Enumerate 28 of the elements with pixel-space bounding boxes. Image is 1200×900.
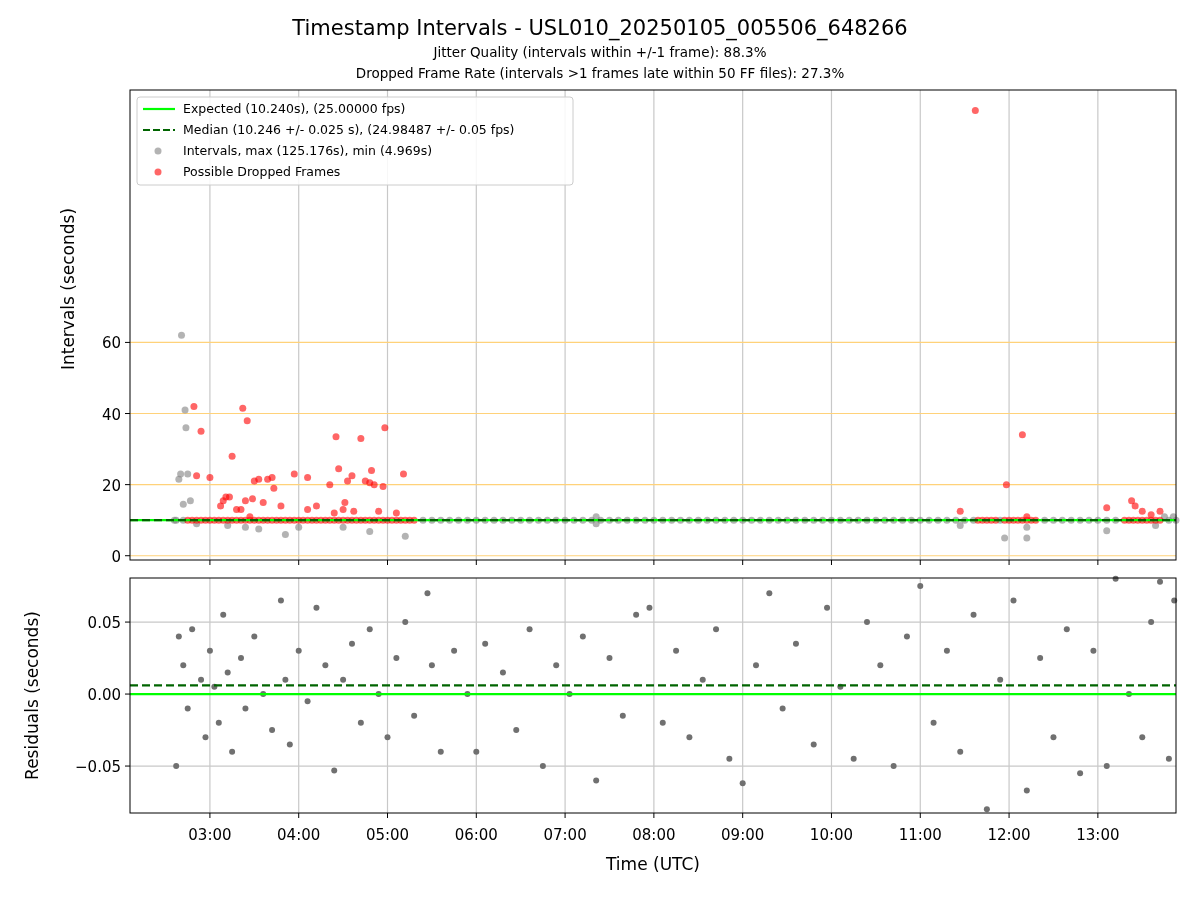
y-tick-label: 40 (101, 405, 121, 424)
x-tick-label: 09:00 (721, 826, 765, 844)
legend-label: Expected (10.240s), (25.00000 fps) (183, 101, 406, 116)
chart-subtitle: Dropped Frame Rate (intervals >1 frames late within 50 FF files): 27.3% (355, 64, 845, 83)
y-tick-label: −0.05 (75, 758, 121, 777)
y-tick-label: 0 (111, 547, 121, 566)
x-tick-label: 13:00 (1076, 826, 1120, 844)
chart-subtitle: Jitter Quality (intervals within +/-1 frame): 88.3% (433, 43, 767, 62)
x-tick-label: 12:00 (987, 826, 1031, 844)
chart-title: Timestamp Intervals - USL010_20250105_005506_648266 (292, 15, 908, 42)
y-tick-label: 60 (101, 334, 121, 353)
x-tick-label: 08:00 (632, 826, 676, 844)
x-tick-label: 04:00 (277, 826, 321, 844)
y-tick-label: 20 (101, 476, 121, 495)
y-tick-label: 0.00 (87, 686, 121, 705)
y-tick-label: 0.05 (87, 614, 121, 633)
x-tick-label: 11:00 (898, 826, 942, 844)
x-tick-label: 06:00 (454, 826, 498, 844)
x-tick-label: 07:00 (543, 826, 587, 844)
x-tick-label: 03:00 (188, 826, 232, 844)
x-axis-label: Time (UTC) (606, 854, 700, 874)
legend-label: Intervals, max (125.176s), min (4.969s) (183, 143, 433, 158)
x-tick-label: 05:00 (365, 826, 410, 844)
x-tick-label: 10:00 (809, 826, 854, 844)
legend-label: Median (10.246 +/- 0.025 s), (24.98487 +/- 0.05 fps) (183, 122, 515, 137)
y-axis-label: Residuals (seconds) (22, 611, 42, 780)
legend-label: Possible Dropped Frames (183, 164, 341, 179)
y-axis-label: Intervals (seconds) (58, 207, 78, 371)
